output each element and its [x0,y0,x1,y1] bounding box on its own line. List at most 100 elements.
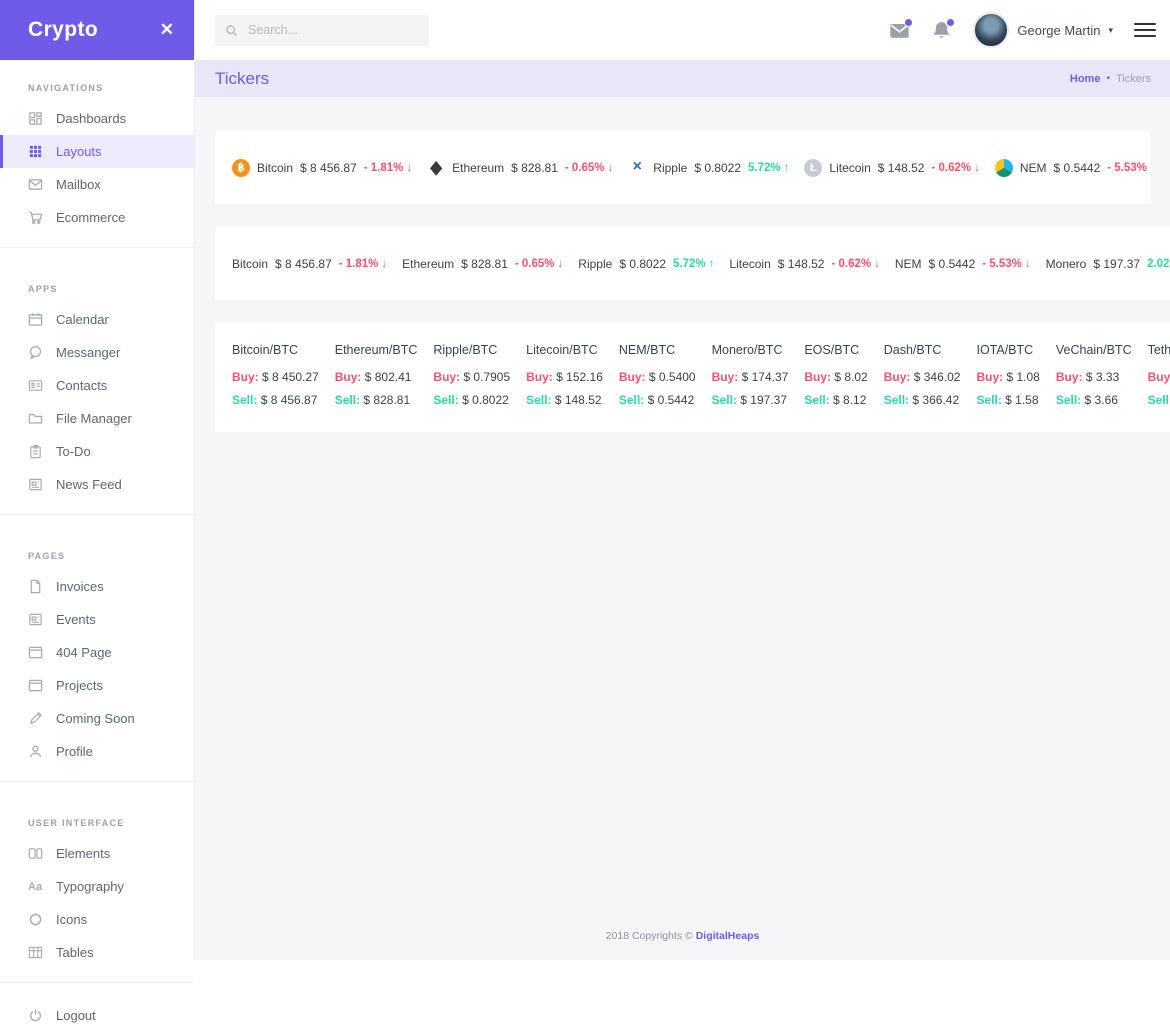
hamburger-menu-icon[interactable] [1134,23,1156,37]
ticker-name: Ripple [653,160,688,175]
sidebar-item-label: To-Do [56,444,91,459]
sidebar-item-news-feed[interactable]: News Feed [0,468,194,501]
sidebar-item-icons[interactable]: Icons [0,903,194,936]
section-label-user-interface: USER INTERFACE [28,818,125,828]
pair-column-dash: Dash/BTC Buy: $ 346.02 Sell: $ 366.42 [884,343,961,416]
buy-label: Buy: [618,370,646,384]
sidebar-item-label: Contacts [56,378,108,393]
buy-value: $ 152.16 [556,370,603,384]
ticker-item-litecoin[interactable]: Litecoin $ 148.52 - 0.62% ↓ [729,257,879,271]
close-icon[interactable]: ✕ [160,20,174,40]
ticker-price: $ 197.37 [1093,256,1141,271]
topbar: George Martin ▾ [195,0,1170,60]
ticker-item-monero[interactable]: Monero $ 197.37 2.02%↑ [1046,257,1170,271]
events-icon [28,612,43,627]
sidebar-item-404-page[interactable]: 404 Page [0,636,194,669]
avatar[interactable] [973,12,1010,48]
breadcrumb: Home • Tickers [1070,73,1151,85]
ticker-name: Ethereum [452,160,505,175]
sidebar-divider [0,781,194,782]
sell-label: Sell: [711,393,737,407]
ticker-name: Bitcoin [257,160,294,175]
sidebar-item-mailbox[interactable]: Mailbox [0,168,194,201]
ticker-price: $ 0.5442 [928,256,976,271]
sidebar-item-file-manager[interactable]: File Manager [0,402,194,435]
ticker-item-ripple[interactable]: × Ripple $ 0.8022 5.72% ↑ [628,158,790,177]
ticker-price: $ 8 456.87 [275,256,332,271]
ticker-strip: Bitcoin $ 8 456.87 - 1.81% ↓ Ethereum $ 8… [215,227,1170,300]
sidebar-item-elements[interactable]: Elements [0,837,194,870]
pair-column-ripple: Ripple/BTC Buy: $ 0.7905 Sell: $ 0.8022 [433,343,510,416]
buy-value: $ 0.7905 [463,370,511,384]
notifications-button[interactable] [931,17,956,41]
sidebar-item-layouts[interactable]: Layouts [0,135,194,168]
buy-value: $ 8 450.27 [262,370,319,384]
pair-name: Dash/BTC [883,343,942,357]
sidebar-item-todo[interactable]: To-Do [0,435,194,468]
pair-column-bitcoin: Bitcoin/BTC Buy: $ 8 450.27 Sell: $ 8 45… [232,343,319,416]
sidebar-item-messanger[interactable]: Messanger [0,336,194,369]
sell-label: Sell: [618,393,645,407]
sidebar-item-tables[interactable]: Tables [0,936,194,969]
typography-icon: Aa [28,880,43,893]
user-menu[interactable]: George Martin ▾ [973,12,1113,48]
arrow-down-icon: ↓ [1150,162,1151,174]
sell-value: $ 3.66 [1084,393,1118,407]
sidebar-item-profile[interactable]: Profile [0,735,194,768]
sidebar-item-projects[interactable]: Projects [0,669,194,702]
litecoin-icon: Ł [804,158,823,177]
sidebar-item-label: Mailbox [56,177,101,192]
sidebar-item-coming-soon[interactable]: Coming Soon [0,702,194,735]
user-icon [28,744,43,759]
sell-label: Sell: [334,393,361,407]
sidebar-item-label: Tables [56,945,94,960]
sell-value: $ 0.5442 [647,393,695,407]
sidebar-item-ecommerce[interactable]: Ecommerce [0,201,194,234]
pair-column-iota: IOTA/BTC Buy: $ 1.08 Sell: $ 1.58 [976,343,1039,416]
ticker-item-ripple[interactable]: Ripple $ 0.8022 5.72% ↑ [578,257,714,271]
ticker-item-nem[interactable]: NEM $ 0.5442 - 5.53%↓ [994,158,1151,177]
sidebar-item-label: Icons [56,912,88,927]
ticker-item-nem[interactable]: NEM $ 0.5442 - 5.53%↓ [895,257,1031,271]
footer-link[interactable]: DigitalHeaps [696,930,760,942]
footer: 2018 Copyrights © DigitalHeaps [195,930,1170,942]
chat-icon [28,345,43,360]
buy-label: Buy: [976,370,1004,384]
buy-value: $ 174.37 [741,370,789,384]
ticker-name: Monero [1045,256,1087,271]
projects-icon [28,678,43,693]
sidebar-item-contacts[interactable]: Contacts [0,369,194,402]
buy-value: $ 1.08 [1006,370,1040,384]
search-box[interactable] [215,14,429,46]
ticker-change: 5.72% ↑ [748,161,790,174]
layouts-icon [28,144,43,159]
search-input[interactable] [246,22,419,38]
sidebar-item-dashboards[interactable]: Dashboards [0,102,194,135]
ticker-change: - 0.62% ↓ [931,161,980,174]
sidebar-item-events[interactable]: Events [0,603,194,636]
ticker-item-ethereum[interactable]: Ethereum $ 828.81 - 0.65% ↓ [402,257,563,271]
sidebar-item-label: Dashboards [56,111,127,126]
copyright-text: 2018 Copyrights © [605,930,693,942]
sidebar-item-typography[interactable]: Aa Typography [0,870,194,903]
ticker-item-bitcoin[interactable]: ฿ Bitcoin $ 8 456.87 - 1.81% ↓ [232,158,412,177]
sidebar-item-calendar[interactable]: Calendar [0,303,194,336]
pair-column-nem: NEM/BTC Buy: $ 0.5400 Sell: $ 0.5442 [619,343,696,416]
ticker-item-ethereum[interactable]: ◆ Ethereum $ 828.81 - 0.65% ↓ [427,157,613,177]
ticker-name: Litecoin [729,256,771,271]
buy-value: $ 0.5400 [648,370,696,384]
breadcrumb-home[interactable]: Home [1070,73,1101,85]
ticker-item-bitcoin[interactable]: Bitcoin $ 8 456.87 - 1.81% ↓ [232,257,387,271]
ticker-price: $ 828.81 [461,256,508,271]
messages-button[interactable] [889,17,914,41]
main-content: ฿ Bitcoin $ 8 456.87 - 1.81% ↓ ◆ Ethereum… [195,97,1170,960]
arrow-up-icon: ↑ [783,161,790,174]
sidebar-item-label: Coming Soon [56,711,135,726]
buy-label: Buy: [526,370,553,384]
pair-name: NEM/BTC [618,343,676,357]
page-title: Tickers [215,68,270,88]
ticker-item-litecoin[interactable]: Ł Litecoin $ 148.52 - 0.62% ↓ [804,158,980,177]
sidebar-item-logout[interactable]: Logout [0,999,194,1032]
ticker-strip-card-plain: Bitcoin $ 8 456.87 - 1.81% ↓ Ethereum $ 8… [215,227,1170,300]
sidebar-item-invoices[interactable]: Invoices [0,570,194,603]
